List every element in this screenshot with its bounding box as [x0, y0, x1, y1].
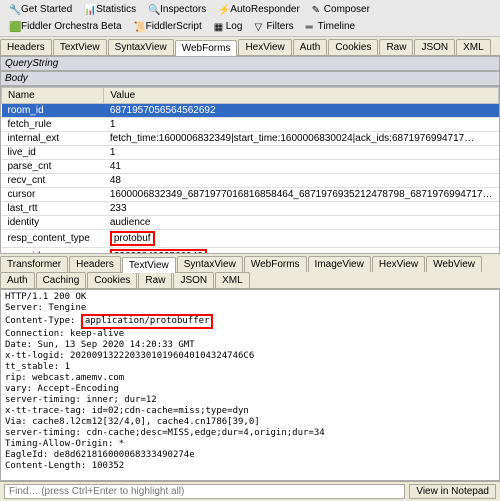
resp-tab-hexview[interactable]: HexView — [372, 256, 425, 272]
timeline-button[interactable]: ═Timeline — [301, 19, 360, 34]
resp-tab-textview[interactable]: TextView — [122, 257, 176, 273]
orchestra-button[interactable]: 🟩Fiddler Orchestra Beta — [4, 19, 127, 34]
resp-tab-syntaxview[interactable]: SyntaxView — [177, 256, 243, 272]
filter-icon: ▽ — [254, 22, 264, 32]
timeline-icon: ═ — [306, 22, 316, 32]
bolt-icon: ⚡ — [218, 5, 228, 15]
pencil-icon: ✎ — [312, 5, 322, 15]
table-row[interactable]: internal_extfetch_time:1600006832349|sta… — [2, 132, 499, 146]
tab-webforms[interactable]: WebForms — [175, 40, 238, 56]
table-row[interactable]: recv_cnt48 — [2, 174, 499, 188]
response-textview[interactable]: HTTP/1.1 200 OKServer: TengineContent-Ty… — [0, 289, 500, 481]
resp-tab-transformer[interactable]: Transformer — [0, 256, 68, 272]
resp-tab-headers[interactable]: Headers — [69, 256, 121, 272]
form-table: Name Value room_id6871957056564562692fet… — [0, 86, 500, 254]
table-row[interactable]: identityaudience — [2, 216, 499, 230]
table-row[interactable]: last_rtt233 — [2, 202, 499, 216]
tab-xml[interactable]: XML — [456, 39, 491, 55]
get-started-button[interactable]: 🔧Get Started — [4, 2, 77, 17]
tab-textview[interactable]: TextView — [53, 39, 107, 55]
request-tabs: HeadersTextViewSyntaxViewWebFormsHexView… — [0, 37, 500, 56]
filters-button[interactable]: ▽Filters — [249, 19, 298, 34]
fiddlerscript-button[interactable]: 📜FiddlerScript — [129, 19, 207, 34]
resp-tab-webview[interactable]: WebView — [426, 256, 482, 272]
composer-button[interactable]: ✎Composer — [307, 2, 375, 17]
body-header: Body — [0, 71, 500, 86]
orchestra-icon: 🟩 — [9, 22, 19, 32]
statistics-button[interactable]: 📊Statistics — [79, 2, 141, 17]
view-notepad-button[interactable]: View in Notepad — [409, 484, 496, 499]
response-tabs: TransformerHeadersTextViewSyntaxViewWebF… — [0, 254, 500, 289]
tab-headers[interactable]: Headers — [0, 39, 52, 55]
querystring-header: QueryString — [0, 56, 500, 71]
resp-tab-xml[interactable]: XML — [215, 272, 250, 288]
tab-cookies[interactable]: Cookies — [328, 39, 378, 55]
main-toolbar: 🔧Get Started 📊Statistics 🔍Inspectors ⚡Au… — [0, 0, 500, 37]
table-row[interactable]: room_id6871957056564562692 — [2, 104, 499, 118]
tab-syntaxview[interactable]: SyntaxView — [108, 39, 174, 55]
table-row[interactable]: cursor1600006832349_6871977016816858464_… — [2, 188, 499, 202]
inspectors-button[interactable]: 🔍Inspectors — [143, 2, 211, 17]
stats-icon: 📊 — [84, 5, 94, 15]
resp-tab-raw[interactable]: Raw — [138, 272, 172, 288]
resp-tab-cookies[interactable]: Cookies — [87, 272, 137, 288]
status-bar: View in Notepad — [0, 481, 500, 501]
log-icon: ▦ — [214, 22, 224, 32]
tab-auth[interactable]: Auth — [293, 39, 328, 55]
table-row[interactable]: resp_content_typeprotobuf — [2, 230, 499, 248]
find-input[interactable] — [4, 484, 405, 499]
resp-tab-json[interactable]: JSON — [173, 272, 214, 288]
tab-raw[interactable]: Raw — [379, 39, 413, 55]
autoresponder-button[interactable]: ⚡AutoResponder — [213, 2, 305, 17]
col-value[interactable]: Value — [104, 88, 499, 104]
log-button[interactable]: ▦Log — [209, 19, 248, 34]
resp-tab-caching[interactable]: Caching — [36, 272, 87, 288]
tab-hexview[interactable]: HexView — [238, 39, 291, 55]
script-icon: 📜 — [134, 22, 144, 32]
search-icon: 🔍 — [148, 5, 158, 15]
table-row[interactable]: live_id1 — [2, 146, 499, 160]
tab-json[interactable]: JSON — [414, 39, 455, 55]
resp-tab-webforms[interactable]: WebForms — [244, 256, 307, 272]
table-row[interactable]: fetch_rule1 — [2, 118, 499, 132]
resp-tab-auth[interactable]: Auth — [0, 272, 35, 288]
resp-tab-imageview[interactable]: ImageView — [308, 256, 371, 272]
wrench-icon: 🔧 — [9, 5, 19, 15]
col-name[interactable]: Name — [2, 88, 104, 104]
table-row[interactable]: parse_cnt41 — [2, 160, 499, 174]
